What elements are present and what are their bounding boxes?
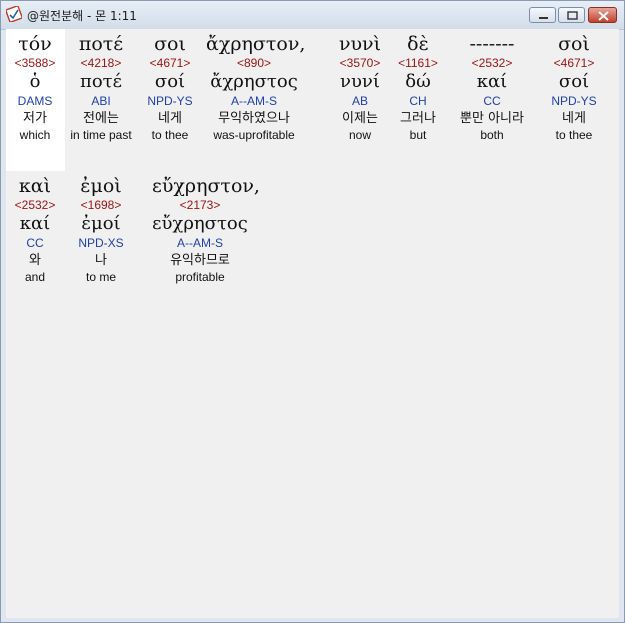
app-logo-icon [6,6,22,22]
minimize-icon [539,17,548,19]
morphology-code: ABI [91,94,111,108]
app-window: @원전분해 - 몬 1:11 τόν <3588> ὁ DAMS 저가 which ποτέ… [0,0,625,623]
lemma: καί [476,71,508,92]
greek-word: ἄχρηστον, [206,33,306,55]
word-column[interactable]: εὔχρηστον, <2173> εὔχρηστος A--AM-S 유익하므로 pro… [152,175,260,285]
strong-number: <890> [236,56,272,70]
strong-number: <2532> [471,56,513,70]
lemma: δώ [405,71,431,92]
strong-number: <1161> [398,56,438,70]
korean-gloss: 무익하였으나 [218,111,290,126]
greek-word: ------- [469,33,515,55]
word-column[interactable]: δὲ <1161> δώ CH 그러나 but [379,33,457,143]
strong-number: <1698> [80,198,122,212]
lemma: σοί [558,71,590,92]
korean-gloss: 뿐만 아니라 [460,111,524,126]
greek-word: σοὶ [558,33,590,55]
korean-gloss: 그러나 [400,111,436,126]
strong-number: <4671> [553,56,595,70]
korean-gloss: 네게 [158,111,182,126]
title-bar[interactable]: @원전분해 - 몬 1:11 [1,1,624,30]
strong-number: <4671> [149,56,191,70]
korean-gloss: 나 [95,253,107,268]
korean-gloss: 유익하므로 [170,253,230,268]
strong-number: <2173> [179,198,221,212]
word-column[interactable]: ἐμοὶ <1698> ἐμοί NPD-XS 나 to me [62,175,140,285]
lemma: ἐμοί [81,213,121,234]
word-column[interactable]: σοι <4671> σοί NPD-YS 네게 to thee [131,33,209,143]
korean-gloss: 전에는 [83,111,119,126]
lemma: εὔχρηστος [152,213,248,234]
english-gloss: but [409,128,427,142]
morphology-code: CH [409,94,427,108]
english-gloss: to thee [555,128,593,142]
close-button[interactable] [588,7,617,23]
minimize-button[interactable] [529,7,556,23]
korean-gloss: 네게 [562,111,586,126]
word-column[interactable]: ποτέ <4218> ποτέ ABI 전에는 in time past [62,33,140,143]
word-column[interactable]: ------- <2532> καί CC 뿐만 아니라 both [453,33,531,143]
greek-word: ποτέ [78,33,124,55]
close-icon [598,11,609,21]
greek-word: δὲ [407,33,429,55]
maximize-button[interactable] [558,7,585,23]
english-gloss: to thee [151,128,189,142]
morphology-code: CC [483,94,501,108]
maximize-icon [567,11,578,20]
lemma: ποτέ [80,71,122,92]
lemma: ἄχρηστος [210,71,298,92]
english-gloss: profitable [175,270,225,284]
morphology-code: NPD-YS [147,94,193,108]
english-gloss: in time past [70,128,132,142]
english-gloss: was-uprofitable [213,128,295,142]
morphology-code: NPD-XS [78,236,124,250]
strong-number: <4218> [80,56,122,70]
greek-word: ἐμοὶ [80,175,122,197]
word-column[interactable]: σοὶ <4671> σοί NPD-YS 네게 to thee [535,33,613,143]
window-title: @원전분해 - 몬 1:11 [27,9,137,23]
english-gloss: both [480,128,504,142]
morphology-code: A--AM-S [231,94,277,108]
interlinear-view[interactable]: τόν <3588> ὁ DAMS 저가 which ποτέ <4218> ποτέ ABI 전에… [6,29,619,618]
lemma: σοί [154,71,186,92]
greek-word: εὔχρηστον, [152,175,260,197]
word-column[interactable]: ἄχρηστον, <890> ἄχρηστος A--AM-S 무익하였으나 was-u… [206,33,306,143]
greek-word: σοι [154,33,186,55]
english-gloss: to me [85,270,116,284]
morphology-code: NPD-YS [551,94,597,108]
morphology-code: A--AM-S [177,236,223,250]
